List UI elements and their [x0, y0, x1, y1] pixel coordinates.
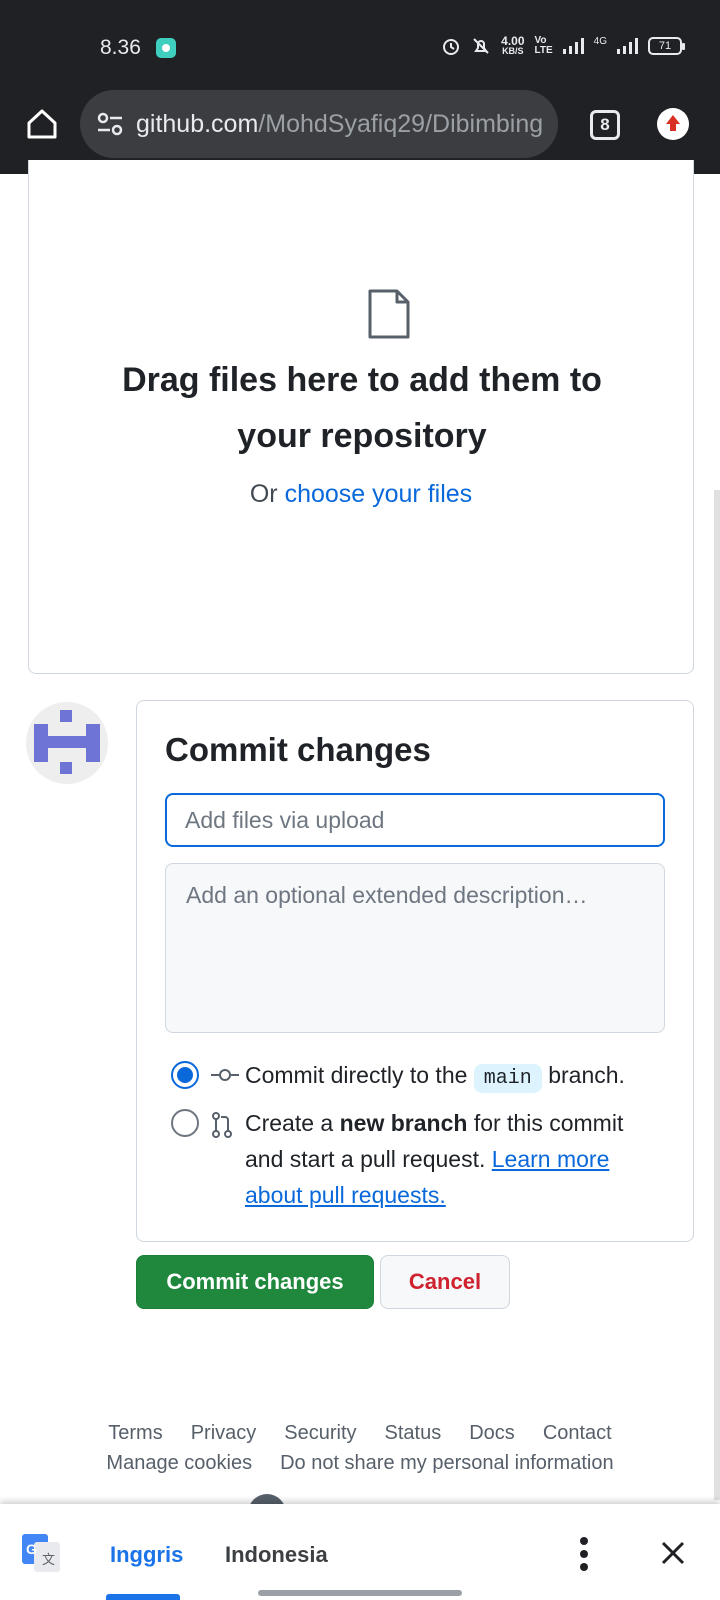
branch-name: main [473, 1064, 542, 1093]
signal-icon [562, 38, 584, 54]
status-bar: 8.36 4.00 KB/S Vo LTE 4G 71 [0, 0, 720, 96]
commit-direct-suffix: branch. [548, 1062, 625, 1088]
google-translate-icon: G 文 [22, 1534, 60, 1572]
volte-indicator: Vo LTE [535, 36, 553, 56]
or-text: Or [249, 480, 278, 508]
net-speed-value: 4.00 [501, 34, 525, 48]
pull-request-icon [212, 1112, 232, 1138]
notification-app-icon [156, 38, 176, 58]
footer-row-1: Terms Privacy Security Status Docs Conta… [0, 1418, 720, 1448]
url-text[interactable]: github.com/MohdSyafiq29/Dibimbing [136, 110, 546, 139]
cancel-button[interactable]: Cancel [380, 1255, 510, 1309]
tab-source-language[interactable]: Inggris [110, 1542, 183, 1568]
footer-link-do-not-share[interactable]: Do not share my personal information [280, 1448, 614, 1478]
signal-2-icon [617, 38, 638, 54]
address-bar[interactable]: github.com/MohdSyafiq29/Dibimbing [80, 90, 558, 158]
battery-icon: 71 [648, 37, 685, 55]
svg-text:文: 文 [42, 1553, 55, 1568]
tab-target-language[interactable]: Indonesia [225, 1542, 328, 1568]
footer-link-status[interactable]: Status [385, 1418, 442, 1448]
commit-changes-button[interactable]: Commit changes [136, 1255, 374, 1309]
net-speed-unit: KB/S [502, 46, 524, 56]
scrollbar[interactable] [714, 490, 720, 1500]
commit-direct-prefix: Commit directly to the [245, 1062, 468, 1088]
net-speed: 4.00 KB/S [501, 34, 525, 56]
tab-switcher-button[interactable]: 8 [590, 110, 620, 140]
mute-bell-icon [473, 38, 489, 54]
footer-link-manage-cookies[interactable]: Manage cookies [106, 1448, 252, 1478]
commit-direct-text: Commit directly to the main branch. [245, 1057, 625, 1097]
gesture-handle[interactable] [258, 1590, 462, 1596]
svg-text:G: G [26, 1541, 37, 1557]
footer-link-docs[interactable]: Docs [469, 1418, 515, 1448]
site-footer: Terms Privacy Security Status Docs Conta… [0, 1418, 720, 1478]
file-icon [368, 289, 410, 339]
home-icon[interactable] [24, 106, 60, 142]
dropzone-title: Drag files here to add them to your repo… [122, 361, 602, 455]
url-path: /MohdSyafiq29/Dibimbing [258, 110, 544, 138]
commit-panel: Commit changes Commit directly to the ma… [136, 700, 694, 1242]
status-indicators: 4.00 KB/S Vo LTE 4G 71 [441, 34, 685, 56]
avatar [26, 702, 108, 784]
footer-link-contact[interactable]: Contact [543, 1418, 612, 1448]
close-icon[interactable] [660, 1540, 686, 1566]
commit-direct-radio[interactable] [171, 1061, 199, 1089]
footer-link-terms[interactable]: Terms [108, 1418, 162, 1448]
translate-bar: G 文 Inggris Indonesia [0, 1504, 720, 1600]
update-arrow-icon[interactable] [657, 108, 689, 140]
browser-chrome: 8.36 4.00 KB/S Vo LTE 4G 71 github.com/M… [0, 0, 720, 174]
commit-summary-input[interactable] [165, 793, 665, 847]
status-time: 8.36 [100, 36, 141, 59]
active-tab-indicator [106, 1594, 180, 1600]
new-branch-prefix: Create a [245, 1110, 334, 1136]
dropzone-subtitle: Or choose your files [29, 480, 693, 509]
git-commit-icon [211, 1069, 239, 1081]
network-type: 4G [593, 36, 607, 47]
volte-bottom: LTE [534, 45, 553, 56]
commit-heading: Commit changes [165, 731, 431, 768]
new-branch-radio[interactable] [171, 1109, 199, 1137]
more-vert-icon[interactable] [578, 1536, 590, 1572]
footer-link-security[interactable]: Security [284, 1418, 356, 1448]
new-branch-option[interactable]: Create a new branch for this commit and … [171, 1105, 661, 1213]
site-settings-icon[interactable] [96, 112, 124, 136]
choose-files-link[interactable]: choose your files [285, 480, 473, 508]
commit-description-input[interactable] [165, 863, 665, 1033]
file-dropzone[interactable]: Drag files here to add them to your repo… [28, 160, 694, 674]
alarm-icon [443, 39, 460, 55]
url-domain: github.com [136, 110, 259, 138]
footer-link-privacy[interactable]: Privacy [191, 1418, 257, 1448]
new-branch-text: Create a new branch for this commit and … [171, 1105, 661, 1213]
new-branch-bold: new branch [339, 1110, 468, 1136]
footer-row-2: Manage cookies Do not share my personal … [0, 1448, 720, 1478]
